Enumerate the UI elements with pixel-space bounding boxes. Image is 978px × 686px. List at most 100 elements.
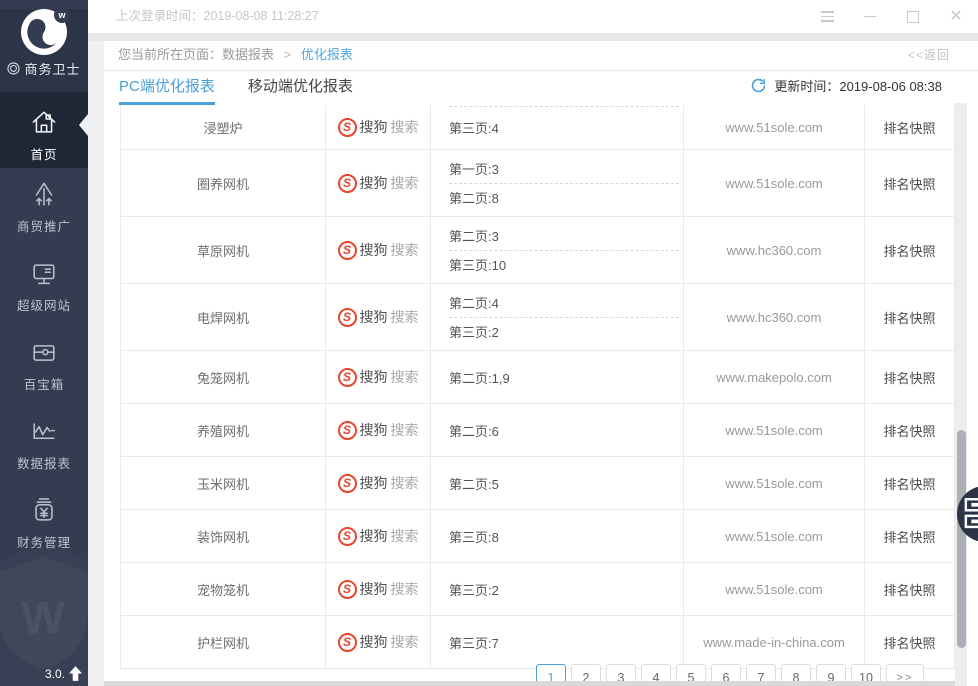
engine-cell: S搜狗搜索	[326, 616, 431, 668]
breadcrumb-location: 您当前所在页面：数据报表	[118, 47, 274, 62]
engine-name: 搜狗	[360, 307, 388, 327]
refresh-icon[interactable]	[750, 77, 767, 94]
website-cell: www.makepolo.com	[684, 351, 865, 403]
engine-name: 搜狗	[360, 240, 388, 260]
engine-name-suffix: 搜索	[391, 526, 419, 546]
sidebar-item-label: 百宝箱	[0, 374, 88, 393]
sogou-logo: S搜狗搜索	[338, 473, 419, 493]
sidebar: w 商务卫士 首页商贸推广超级网站百宝箱数据报表财务管理 W 3.0.	[0, 0, 88, 686]
rank-cell: 第三页:7	[431, 616, 684, 668]
upgrade-arrow-icon[interactable]	[69, 666, 82, 681]
sidebar-item-super-website[interactable]: 超级网站	[0, 247, 88, 326]
engine-name: 搜狗	[360, 579, 388, 599]
engine-cell: S搜狗搜索	[326, 510, 431, 562]
rank-value: 第二页:8	[449, 183, 679, 212]
engine-cell: S搜狗搜索	[326, 284, 431, 350]
engine-name: 搜狗	[360, 526, 388, 546]
sogou-s-icon: S	[338, 241, 357, 260]
keyword-cell: 圈养网机	[121, 150, 326, 216]
minimize-icon[interactable]	[862, 9, 878, 25]
sidebar-item-home[interactable]: 首页	[0, 92, 88, 168]
keyword-cell: 养殖网机	[121, 404, 326, 456]
sogou-s-icon: S	[338, 308, 357, 327]
vertical-scrollbar-thumb[interactable]	[957, 430, 966, 648]
rank-cell: 第二页:1,9	[431, 351, 684, 403]
sogou-s-icon: S	[338, 580, 357, 599]
rank-cell: 第二页:4第三页:2	[431, 284, 684, 350]
sogou-logo: S搜狗搜索	[338, 526, 419, 546]
rank-cell: 第三页:8	[431, 510, 684, 562]
snapshot-link[interactable]: 排名快照	[865, 616, 954, 668]
rank-cell: 第二页:5	[431, 457, 684, 509]
tab-0[interactable]: PC端优化报表	[119, 71, 215, 105]
snapshot-link[interactable]: 排名快照	[865, 457, 954, 509]
sogou-logo: S搜狗搜索	[338, 240, 419, 260]
sogou-logo: S搜狗搜索	[338, 173, 419, 193]
rank-cell: 第二页:6	[431, 404, 684, 456]
keyword-cell: 宠物笼机	[121, 563, 326, 615]
website-cell: www.51sole.com	[684, 457, 865, 509]
app-window: w 商务卫士 首页商贸推广超级网站百宝箱数据报表财务管理 W 3.0.	[0, 0, 978, 686]
engine-name: 搜狗	[360, 367, 388, 387]
engine-name-suffix: 搜索	[391, 173, 419, 193]
keyword-cell: 装饰网机	[121, 510, 326, 562]
version-label: 3.0.	[45, 667, 65, 681]
table-row: 草原网机S搜狗搜索第二页:3第三页:10www.hc360.com排名快照	[121, 217, 954, 284]
engine-name-suffix: 搜索	[391, 240, 419, 260]
table-row: 兔笼网机S搜狗搜索第二页:1,9www.makepolo.com排名快照	[121, 351, 954, 404]
engine-name: 搜狗	[360, 420, 388, 440]
breadcrumb-current[interactable]: 优化报表	[301, 47, 353, 62]
engine-cell: S搜狗搜索	[326, 217, 431, 283]
back-link[interactable]: <<返回	[908, 41, 950, 69]
breadcrumb-separator: >	[284, 47, 292, 62]
snapshot-link[interactable]: 排名快照	[865, 351, 954, 403]
brand-shield-icon	[7, 62, 20, 75]
sidebar-item-promotion[interactable]: 商贸推广	[0, 168, 88, 247]
sogou-s-icon: S	[338, 118, 357, 137]
table-row: 养殖网机S搜狗搜索第二页:6www.51sole.com排名快照	[121, 404, 954, 457]
snapshot-link[interactable]: 排名快照	[865, 510, 954, 562]
website-cell: www.hc360.com	[684, 284, 865, 350]
close-icon[interactable]: ✕	[948, 9, 964, 25]
sogou-s-icon: S	[338, 421, 357, 440]
snapshot-link[interactable]: 排名快照	[865, 150, 954, 216]
update-time-label: 更新时间：2019-08-06 08:38	[774, 76, 942, 95]
engine-name-suffix: 搜索	[391, 420, 419, 440]
active-item-notch	[79, 114, 88, 136]
sogou-s-icon: S	[338, 368, 357, 387]
sidebar-item-label: 首页	[0, 144, 88, 163]
brand-logo: w 商务卫士	[0, 9, 88, 101]
last-login-label: 上次登录时间：2019-08-08 11:28:27	[116, 0, 319, 33]
snapshot-link[interactable]: 排名快照	[865, 563, 954, 615]
tab-1[interactable]: 移动端优化报表	[248, 71, 353, 105]
snapshot-link[interactable]: 排名快照	[865, 284, 954, 350]
sogou-logo: S搜狗搜索	[338, 632, 419, 652]
vertical-scrollbar-track	[955, 103, 967, 686]
engine-name-suffix: 搜索	[391, 579, 419, 599]
sogou-logo: S搜狗搜索	[338, 117, 419, 137]
window-controls: ✕	[819, 0, 964, 33]
sogou-logo: S搜狗搜索	[338, 420, 419, 440]
breadcrumb: 您当前所在页面：数据报表 > 优化报表 <<返回	[104, 41, 978, 71]
menu-icon[interactable]	[819, 9, 835, 25]
sidebar-item-toolbox[interactable]: 百宝箱	[0, 326, 88, 405]
sidebar-item-data-report[interactable]: 数据报表	[0, 405, 88, 484]
rank-cell: 第二页:3第三页:10	[431, 217, 684, 283]
horizontal-scrollbar[interactable]	[104, 681, 956, 686]
website-cell: www.51sole.com	[684, 563, 865, 615]
engine-name-suffix: 搜索	[391, 473, 419, 493]
data-report-icon	[0, 405, 88, 450]
snapshot-link[interactable]: 排名快照	[865, 217, 954, 283]
rank-value: 第三页:2	[449, 317, 679, 346]
ranking-table: 浸塑炉S搜狗搜索第三页:4www.51sole.com排名快照圈养网机S搜狗搜索…	[120, 105, 955, 669]
engine-name-suffix: 搜索	[391, 367, 419, 387]
rank-value: 第二页:3	[449, 222, 679, 250]
website-cell: www.51sole.com	[684, 150, 865, 216]
maximize-icon[interactable]	[905, 9, 921, 25]
snapshot-link[interactable]: 排名快照	[865, 105, 954, 149]
sogou-s-icon: S	[338, 633, 357, 652]
table-row: 玉米网机S搜狗搜索第二页:5www.51sole.com排名快照	[121, 457, 954, 510]
sogou-logo: S搜狗搜索	[338, 307, 419, 327]
snapshot-link[interactable]: 排名快照	[865, 404, 954, 456]
finance-icon	[0, 484, 88, 529]
